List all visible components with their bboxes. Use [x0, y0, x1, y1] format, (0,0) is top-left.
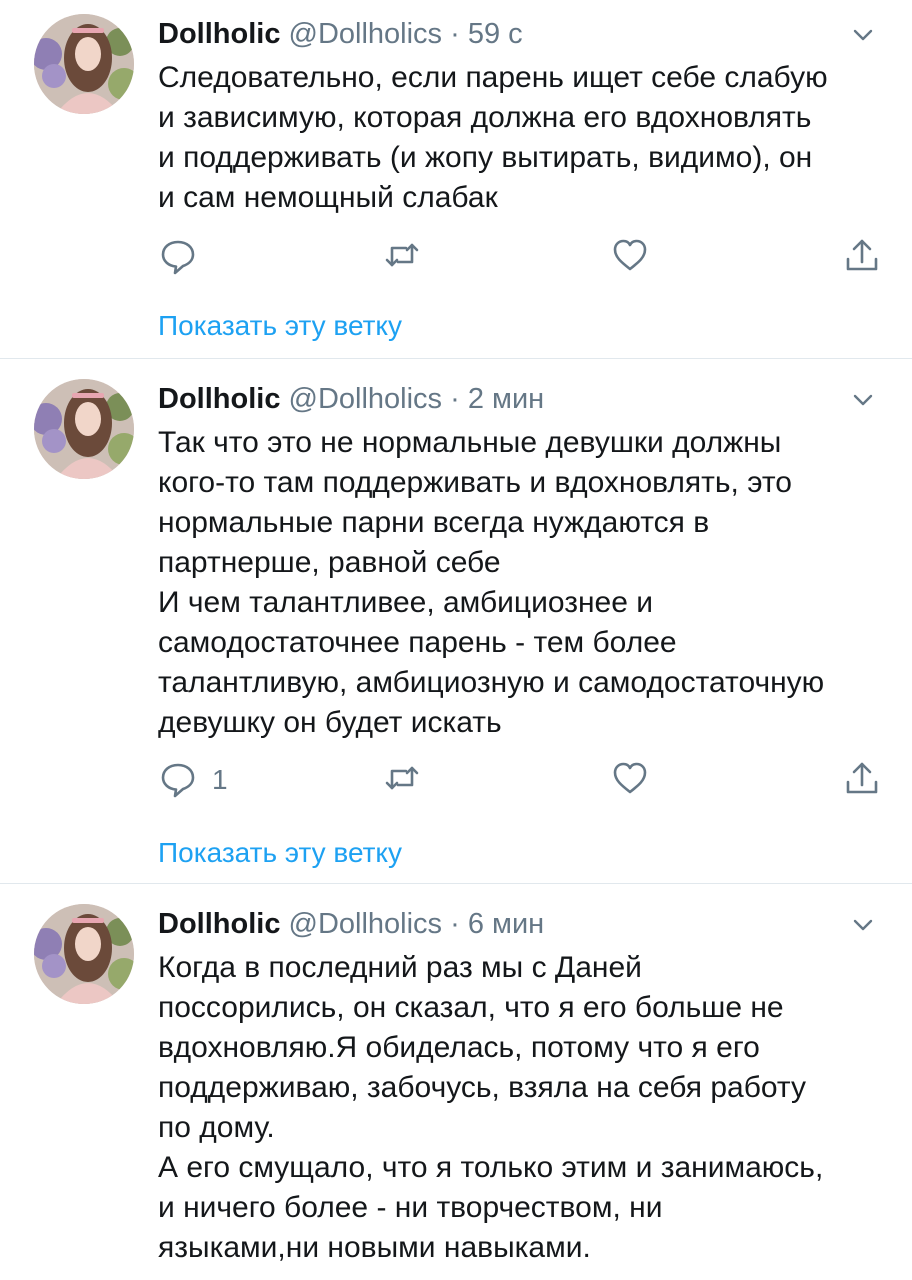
chevron-down-icon[interactable] — [846, 383, 880, 417]
tweet-header: Dollholic @Dollholics · 6 мин — [158, 904, 544, 944]
avatar[interactable] — [34, 379, 134, 479]
reply-button[interactable] — [158, 232, 212, 282]
user-handle[interactable]: @Dollholics — [289, 383, 443, 415]
chevron-down-icon[interactable] — [846, 18, 880, 52]
like-button[interactable] — [610, 755, 650, 805]
user-handle[interactable]: @Dollholics — [289, 18, 443, 50]
retweet-button[interactable] — [382, 755, 422, 805]
reply-button[interactable]: 1 — [158, 755, 228, 805]
like-icon — [610, 235, 650, 280]
display-name[interactable]: Dollholic — [158, 18, 280, 50]
tweet-2[interactable]: Dollholic @Dollholics · 2 мин Так что эт… — [0, 359, 912, 883]
show-thread-link[interactable]: Показать эту ветку — [158, 306, 402, 346]
tweet-text: Следовательно, если парень ищет себе сла… — [158, 61, 828, 214]
display-name[interactable]: Dollholic — [158, 908, 280, 940]
retweet-icon — [382, 235, 422, 280]
timestamp[interactable]: 59 с — [468, 18, 523, 50]
tweet-header: Dollholic @Dollholics · 59 с — [158, 14, 523, 54]
reply-icon — [158, 235, 198, 280]
separator-dot: · — [450, 18, 460, 50]
share-icon — [842, 235, 882, 280]
timestamp[interactable]: 2 мин — [468, 383, 544, 415]
separator-dot: · — [450, 383, 460, 415]
share-icon — [842, 758, 882, 803]
reply-count: 1 — [212, 764, 228, 795]
retweet-button[interactable] — [382, 232, 422, 282]
show-thread-link[interactable]: Показать эту ветку — [158, 833, 402, 873]
like-button[interactable] — [610, 232, 650, 282]
tweet-actions — [158, 232, 898, 282]
display-name[interactable]: Dollholic — [158, 383, 280, 415]
avatar[interactable] — [34, 14, 134, 114]
timestamp[interactable]: 6 мин — [468, 908, 544, 940]
tweet-3[interactable]: Dollholic @Dollholics · 6 мин Когда в по… — [0, 884, 912, 1280]
chevron-down-icon[interactable] — [846, 908, 880, 942]
avatar[interactable] — [34, 904, 134, 1004]
tweet-actions: 1 — [158, 755, 898, 805]
tweet-text: Так что это не нормальные девушки должны… — [158, 426, 825, 739]
tweet-text: Когда в последний раз мы с Даней поссори… — [158, 951, 824, 1264]
tweet-header: Dollholic @Dollholics · 2 мин — [158, 379, 544, 419]
share-button[interactable] — [842, 755, 882, 805]
like-icon — [610, 758, 650, 803]
tweet-1[interactable]: Dollholic @Dollholics · 59 с Следователь… — [0, 0, 912, 358]
retweet-icon — [382, 758, 422, 803]
reply-icon — [158, 758, 198, 803]
separator-dot: · — [450, 908, 460, 940]
user-handle[interactable]: @Dollholics — [289, 908, 443, 940]
share-button[interactable] — [842, 232, 882, 282]
